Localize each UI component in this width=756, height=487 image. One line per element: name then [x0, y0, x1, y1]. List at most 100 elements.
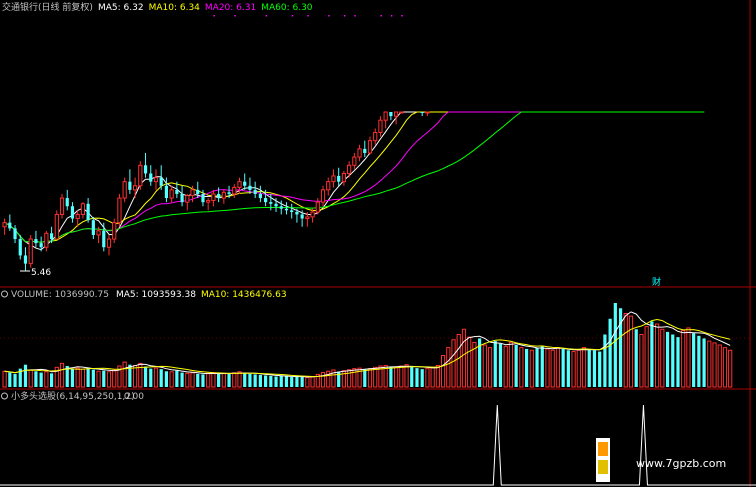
candle-body: [185, 195, 190, 203]
volume-bar: [540, 346, 544, 387]
volume-bar: [581, 347, 587, 388]
volume-bar: [545, 348, 550, 388]
volume-bar: [347, 369, 352, 388]
volume-bar: [660, 328, 665, 388]
volume-bar: [692, 333, 696, 387]
candle-body: [34, 239, 38, 244]
candle-body: [54, 213, 59, 240]
signal-dot: [265, 15, 268, 17]
candle-body: [237, 181, 242, 188]
candle-body: [128, 181, 132, 190]
volume-bar: [425, 368, 430, 388]
candle-body: [122, 181, 127, 199]
volume-bar: [175, 370, 179, 387]
volume-bar: [420, 369, 424, 387]
volume-bar: [587, 348, 591, 387]
volume-bar: [138, 362, 143, 388]
volume-bar: [493, 341, 497, 387]
candle-body: [175, 189, 179, 194]
volume-bar: [498, 343, 503, 387]
volume-bar: [75, 367, 80, 388]
volume-bar: [164, 371, 169, 387]
candle-body: [425, 111, 430, 114]
volume-bar: [28, 369, 33, 388]
volume-bar: [561, 348, 565, 387]
candle-body: [102, 230, 106, 248]
candle-body: [394, 111, 399, 117]
volume-bar: [399, 365, 404, 388]
volume-bar: [404, 364, 409, 388]
volume-bar: [367, 368, 373, 388]
volume-bar: [525, 348, 529, 387]
signal-dot: [354, 15, 356, 17]
volume-bar: [13, 373, 17, 387]
candle-body: [86, 203, 90, 221]
candle-body: [420, 112, 424, 113]
volume-bar: [34, 371, 38, 387]
candle-body: [320, 189, 326, 203]
volume-bar: [310, 376, 315, 388]
volume-bar: [122, 361, 127, 388]
candle-body: [18, 239, 22, 256]
watermark-logo-mark: [598, 460, 608, 474]
volume-bar: [389, 367, 393, 387]
volume-bar: [410, 366, 414, 387]
volume-bar: [555, 347, 561, 388]
candle-body: [248, 185, 252, 190]
candle-body: [39, 243, 43, 248]
volume-bar: [217, 373, 221, 387]
volume-bar: [487, 347, 493, 388]
volume-bar: [320, 372, 326, 388]
volume-bar: [697, 335, 701, 387]
candle-body: [65, 198, 69, 207]
candle-body: [227, 192, 231, 194]
candle-body: [153, 177, 159, 183]
candle-body: [232, 186, 237, 195]
volume-bar: [243, 373, 247, 387]
volume-bar: [576, 349, 581, 388]
volume-bar: [159, 369, 163, 387]
volume-bar: [618, 308, 623, 387]
volume-bar: [514, 345, 518, 387]
candle-body: [373, 131, 378, 142]
volume-bar: [394, 367, 399, 388]
volume-bar: [592, 350, 597, 387]
candle-body: [305, 216, 310, 220]
signal-dot: [307, 15, 309, 17]
volume-bar: [508, 341, 514, 388]
signal-dot: [291, 15, 294, 17]
volume-bar: [639, 334, 644, 388]
volume-bar: [290, 377, 294, 387]
candle-body: [315, 201, 320, 213]
volume-bar: [227, 373, 231, 387]
candle-body: [206, 200, 211, 203]
legend-entry: MA5: 1093593.38: [116, 290, 196, 300]
volume-bar: [143, 366, 148, 387]
candle-body: [352, 156, 357, 166]
volume-bar: [96, 370, 101, 388]
volume-bar: [248, 373, 252, 387]
candle-body: [274, 203, 278, 207]
candle-body: [112, 222, 117, 240]
volume-bar: [180, 372, 184, 387]
candle-body: [295, 211, 299, 215]
volume-bar: [190, 372, 195, 388]
volume-bar: [70, 368, 75, 387]
signal-dot: [234, 15, 236, 17]
volume-bar: [446, 347, 451, 388]
volume-bar: [676, 337, 680, 387]
volume-bar: [237, 371, 242, 388]
candle-body: [310, 211, 315, 218]
candle-body: [80, 203, 86, 215]
volume-bar: [211, 372, 216, 388]
candle-body: [269, 202, 273, 204]
volume-bar: [712, 342, 717, 388]
candle-body: [347, 164, 352, 174]
volume-bar: [352, 368, 357, 388]
volume-bar: [535, 347, 539, 387]
watermark-text: www.7gpzb.com: [636, 457, 726, 470]
volume-bar: [300, 377, 304, 387]
volume-bar: [196, 373, 200, 387]
volume-bar: [655, 323, 660, 388]
candle-body: [44, 232, 49, 248]
